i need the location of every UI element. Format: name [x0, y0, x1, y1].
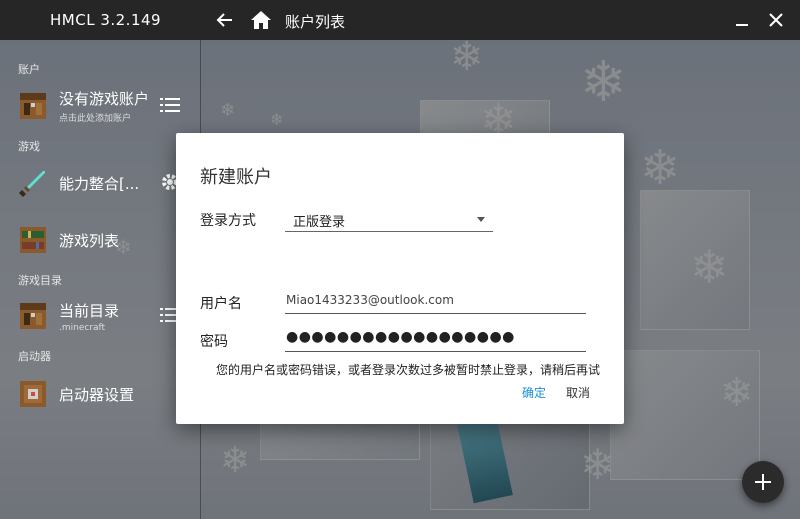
password-input[interactable]: ●●●●●●●●●●●●●●●●●● [285, 328, 586, 352]
section-label-account: 账户 [18, 63, 40, 76]
login-method-label: 登录方式 [200, 213, 256, 229]
confirm-button[interactable]: 确定 [522, 384, 546, 401]
back-arrow-icon [216, 13, 232, 27]
sidebar-item-label: 没有游戏账户 [59, 90, 150, 108]
close-icon [769, 13, 783, 27]
title-bar: HMCL 3.2.149 账户列表 [0, 0, 800, 40]
password-value: ●●●●●●●●●●●●●●●●●● [286, 329, 515, 345]
sidebar: 账户 没有游戏账户 点击此处添加账户 游戏 能力整合[... 游戏列表 游戏目录… [0, 40, 200, 519]
sidebar-item-label: 启动器设置 [59, 385, 135, 404]
app-title: HMCL 3.2.149 [50, 11, 162, 29]
crafting-table-icon [20, 303, 46, 329]
home-button[interactable] [249, 8, 273, 32]
sidebar-item-label: 游戏列表 [59, 231, 120, 250]
furnace-icon [20, 381, 46, 407]
sidebar-item-launcher-settings[interactable]: 启动器设置 [18, 374, 198, 414]
sidebar-item-sublabel: .minecraft [59, 322, 106, 333]
password-label: 密码 [200, 334, 228, 350]
account-list-button[interactable] [158, 93, 182, 117]
sidebar-item-label: 当前目录 [59, 301, 120, 320]
cancel-button[interactable]: 取消 [566, 384, 590, 401]
error-message: 您的用户名或密码错误，或者登录次数过多被暂时禁止登录，请稍后再试 [215, 363, 600, 377]
crafting-table-icon [20, 93, 46, 119]
section-label-launcher: 启动器 [18, 350, 51, 363]
plus-icon [755, 474, 771, 490]
new-account-dialog: 新建账户 登录方式 正版登录 用户名 Miao1433233@outlook.c… [176, 133, 624, 424]
dialog-title: 新建账户 [200, 167, 272, 188]
close-button[interactable] [764, 8, 788, 32]
minimize-button[interactable] [730, 8, 754, 32]
section-label-game: 游戏 [18, 140, 40, 153]
bookshelf-icon [20, 227, 46, 253]
page-title: 账户列表 [285, 13, 346, 31]
add-button[interactable] [742, 461, 784, 503]
sidebar-item-sublabel: 点击此处添加账户 [59, 114, 132, 124]
diamond-sword-icon [19, 171, 45, 197]
list-icon [160, 98, 180, 112]
sidebar-item-game-list[interactable]: 游戏列表 [18, 220, 198, 260]
home-icon [251, 11, 271, 29]
back-button[interactable] [213, 8, 237, 32]
section-label-game-dir: 游戏目录 [18, 274, 62, 287]
login-method-value: 正版登录 [293, 215, 346, 230]
login-method-select[interactable]: 正版登录 [285, 209, 493, 232]
minimize-icon [736, 24, 748, 26]
username-value: Miao1433233@outlook.com [286, 293, 454, 307]
dropdown-arrow-icon [477, 217, 485, 222]
username-input[interactable]: Miao1433233@outlook.com [285, 290, 586, 314]
sidebar-item-label: 能力整合[... [59, 174, 140, 193]
username-label: 用户名 [200, 296, 242, 312]
